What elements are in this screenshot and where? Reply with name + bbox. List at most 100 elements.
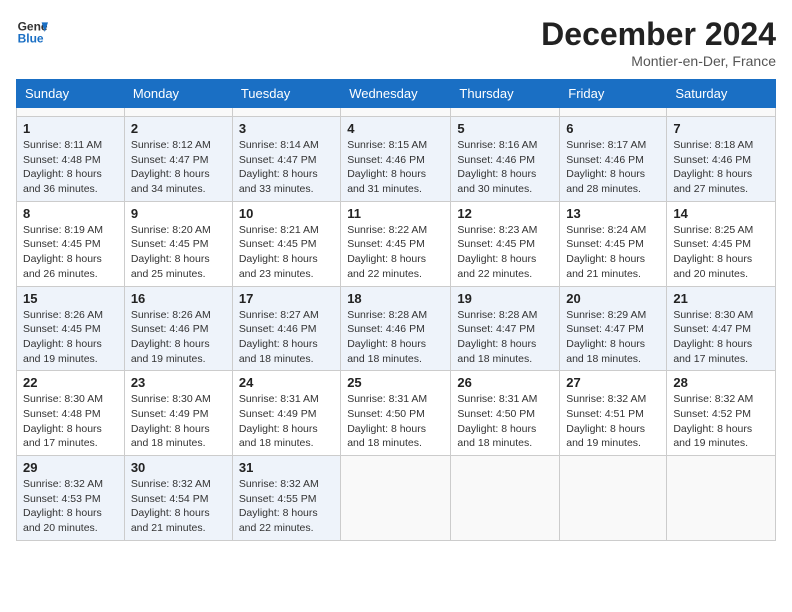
day-number: 24 [239,375,334,390]
calendar-cell: 20 Sunrise: 8:29 AMSunset: 4:47 PMDaylig… [560,286,667,371]
calendar-cell: 2 Sunrise: 8:12 AMSunset: 4:47 PMDayligh… [124,117,232,202]
calendar-cell: 17 Sunrise: 8:27 AMSunset: 4:46 PMDaylig… [232,286,340,371]
day-detail: Sunrise: 8:32 AMSunset: 4:51 PMDaylight:… [566,392,660,451]
calendar-cell: 30 Sunrise: 8:32 AMSunset: 4:54 PMDaylig… [124,456,232,541]
calendar-cell [17,108,125,117]
calendar-cell: 31 Sunrise: 8:32 AMSunset: 4:55 PMDaylig… [232,456,340,541]
calendar-cell: 6 Sunrise: 8:17 AMSunset: 4:46 PMDayligh… [560,117,667,202]
header-sunday: Sunday [17,80,125,108]
day-detail: Sunrise: 8:32 AMSunset: 4:54 PMDaylight:… [131,477,226,536]
day-number: 1 [23,121,118,136]
day-detail: Sunrise: 8:28 AMSunset: 4:46 PMDaylight:… [347,308,444,367]
header-thursday: Thursday [451,80,560,108]
day-detail: Sunrise: 8:14 AMSunset: 4:47 PMDaylight:… [239,138,334,197]
day-detail: Sunrise: 8:11 AMSunset: 4:48 PMDaylight:… [23,138,118,197]
day-number: 28 [673,375,769,390]
calendar-cell: 1 Sunrise: 8:11 AMSunset: 4:48 PMDayligh… [17,117,125,202]
day-number: 10 [239,206,334,221]
day-number: 25 [347,375,444,390]
calendar-header-row: Sunday Monday Tuesday Wednesday Thursday… [17,80,776,108]
calendar-row: 29 Sunrise: 8:32 AMSunset: 4:53 PMDaylig… [17,456,776,541]
calendar-cell: 10 Sunrise: 8:21 AMSunset: 4:45 PMDaylig… [232,201,340,286]
calendar-cell [667,108,776,117]
calendar-cell [451,108,560,117]
day-number: 21 [673,291,769,306]
calendar-cell: 15 Sunrise: 8:26 AMSunset: 4:45 PMDaylig… [17,286,125,371]
calendar-cell [341,108,451,117]
day-detail: Sunrise: 8:26 AMSunset: 4:45 PMDaylight:… [23,308,118,367]
day-detail: Sunrise: 8:21 AMSunset: 4:45 PMDaylight:… [239,223,334,282]
calendar-cell [667,456,776,541]
calendar-cell: 16 Sunrise: 8:26 AMSunset: 4:46 PMDaylig… [124,286,232,371]
day-number: 31 [239,460,334,475]
day-number: 11 [347,206,444,221]
calendar-cell: 24 Sunrise: 8:31 AMSunset: 4:49 PMDaylig… [232,371,340,456]
day-detail: Sunrise: 8:32 AMSunset: 4:55 PMDaylight:… [239,477,334,536]
day-number: 19 [457,291,553,306]
header-monday: Monday [124,80,232,108]
day-number: 26 [457,375,553,390]
day-detail: Sunrise: 8:31 AMSunset: 4:49 PMDaylight:… [239,392,334,451]
calendar-row: 22 Sunrise: 8:30 AMSunset: 4:48 PMDaylig… [17,371,776,456]
day-number: 18 [347,291,444,306]
day-number: 23 [131,375,226,390]
day-number: 16 [131,291,226,306]
day-number: 22 [23,375,118,390]
svg-text:Blue: Blue [18,31,44,45]
calendar-cell [560,456,667,541]
header-saturday: Saturday [667,80,776,108]
day-detail: Sunrise: 8:32 AMSunset: 4:53 PMDaylight:… [23,477,118,536]
calendar-cell: 7 Sunrise: 8:18 AMSunset: 4:46 PMDayligh… [667,117,776,202]
calendar-cell: 12 Sunrise: 8:23 AMSunset: 4:45 PMDaylig… [451,201,560,286]
calendar-row: 1 Sunrise: 8:11 AMSunset: 4:48 PMDayligh… [17,117,776,202]
calendar-cell [560,108,667,117]
day-detail: Sunrise: 8:29 AMSunset: 4:47 PMDaylight:… [566,308,660,367]
day-number: 3 [239,121,334,136]
day-detail: Sunrise: 8:28 AMSunset: 4:47 PMDaylight:… [457,308,553,367]
calendar-cell: 28 Sunrise: 8:32 AMSunset: 4:52 PMDaylig… [667,371,776,456]
month-year: December 2024 [541,16,776,53]
calendar-row [17,108,776,117]
calendar-cell: 14 Sunrise: 8:25 AMSunset: 4:45 PMDaylig… [667,201,776,286]
header-friday: Friday [560,80,667,108]
page-header: General Blue December 2024 Montier-en-De… [16,16,776,69]
day-number: 17 [239,291,334,306]
calendar-row: 8 Sunrise: 8:19 AMSunset: 4:45 PMDayligh… [17,201,776,286]
location: Montier-en-Der, France [541,53,776,69]
calendar-cell: 11 Sunrise: 8:22 AMSunset: 4:45 PMDaylig… [341,201,451,286]
calendar-cell: 21 Sunrise: 8:30 AMSunset: 4:47 PMDaylig… [667,286,776,371]
day-number: 13 [566,206,660,221]
day-number: 15 [23,291,118,306]
calendar-cell: 8 Sunrise: 8:19 AMSunset: 4:45 PMDayligh… [17,201,125,286]
logo: General Blue [16,16,48,48]
day-detail: Sunrise: 8:30 AMSunset: 4:49 PMDaylight:… [131,392,226,451]
day-detail: Sunrise: 8:12 AMSunset: 4:47 PMDaylight:… [131,138,226,197]
calendar-cell: 19 Sunrise: 8:28 AMSunset: 4:47 PMDaylig… [451,286,560,371]
day-detail: Sunrise: 8:25 AMSunset: 4:45 PMDaylight:… [673,223,769,282]
day-number: 14 [673,206,769,221]
day-detail: Sunrise: 8:31 AMSunset: 4:50 PMDaylight:… [457,392,553,451]
day-detail: Sunrise: 8:24 AMSunset: 4:45 PMDaylight:… [566,223,660,282]
day-detail: Sunrise: 8:27 AMSunset: 4:46 PMDaylight:… [239,308,334,367]
logo-icon: General Blue [16,16,48,48]
day-detail: Sunrise: 8:31 AMSunset: 4:50 PMDaylight:… [347,392,444,451]
calendar-cell: 4 Sunrise: 8:15 AMSunset: 4:46 PMDayligh… [341,117,451,202]
day-number: 8 [23,206,118,221]
calendar-cell: 13 Sunrise: 8:24 AMSunset: 4:45 PMDaylig… [560,201,667,286]
day-number: 27 [566,375,660,390]
day-number: 5 [457,121,553,136]
day-detail: Sunrise: 8:30 AMSunset: 4:48 PMDaylight:… [23,392,118,451]
day-detail: Sunrise: 8:16 AMSunset: 4:46 PMDaylight:… [457,138,553,197]
calendar-cell: 25 Sunrise: 8:31 AMSunset: 4:50 PMDaylig… [341,371,451,456]
day-detail: Sunrise: 8:23 AMSunset: 4:45 PMDaylight:… [457,223,553,282]
day-detail: Sunrise: 8:26 AMSunset: 4:46 PMDaylight:… [131,308,226,367]
calendar-cell [232,108,340,117]
day-detail: Sunrise: 8:17 AMSunset: 4:46 PMDaylight:… [566,138,660,197]
title-area: December 2024 Montier-en-Der, France [541,16,776,69]
day-detail: Sunrise: 8:19 AMSunset: 4:45 PMDaylight:… [23,223,118,282]
calendar-cell: 29 Sunrise: 8:32 AMSunset: 4:53 PMDaylig… [17,456,125,541]
day-number: 12 [457,206,553,221]
calendar-cell: 27 Sunrise: 8:32 AMSunset: 4:51 PMDaylig… [560,371,667,456]
day-number: 7 [673,121,769,136]
day-detail: Sunrise: 8:32 AMSunset: 4:52 PMDaylight:… [673,392,769,451]
